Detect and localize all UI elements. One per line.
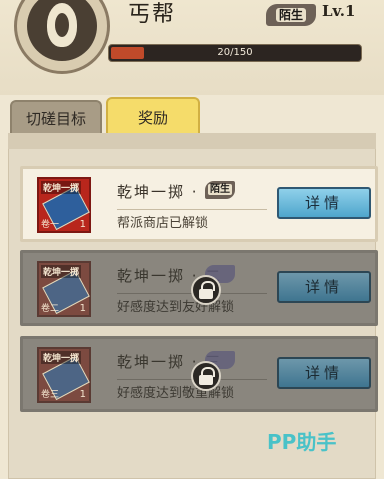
lock-icon <box>191 361 221 391</box>
level-label: Lv.1 <box>322 2 356 20</box>
reward-card: 乾坤一掷 卷一 1 乾坤一掷 · 一 陌生 帮派商店已解锁 详情 <box>20 166 378 242</box>
tab-rewards[interactable]: 奖励 <box>106 97 200 135</box>
unlock-condition: 帮派商店已解锁 <box>117 209 267 231</box>
emblem-icon <box>27 0 97 61</box>
reward-card: 乾坤一掷 卷三 1 乾坤一掷 · 三 好感度达到敬重解锁 详情 <box>20 336 378 412</box>
lock-icon <box>191 275 221 305</box>
header: 丐帮 陌生 Lv.1 20/150 <box>0 0 384 95</box>
reward-card: 乾坤一掷 卷二 1 乾坤一掷 · 二 好感度达到友好解锁 详情 <box>20 250 378 326</box>
watermark: PP助手 <box>267 430 337 454</box>
details-button[interactable]: 详情 <box>277 357 371 389</box>
rank-tag: 陌生 <box>205 181 235 199</box>
tab-spar-targets[interactable]: 切磋目标 <box>10 100 102 134</box>
favor-progress-bar: 20/150 <box>108 44 362 62</box>
rank-badge: 陌生 <box>266 4 316 26</box>
skill-book-icon[interactable]: 乾坤一掷 卷三 1 <box>37 347 91 403</box>
skill-book-icon[interactable]: 乾坤一掷 卷一 1 <box>37 177 91 233</box>
details-button[interactable]: 详情 <box>277 271 371 303</box>
sect-emblem <box>14 0 110 74</box>
details-button[interactable]: 详情 <box>277 187 371 219</box>
skill-book-icon[interactable]: 乾坤一掷 卷二 1 <box>37 261 91 317</box>
progress-text: 20/150 <box>217 47 253 58</box>
page-title: 丐帮 <box>128 2 177 27</box>
